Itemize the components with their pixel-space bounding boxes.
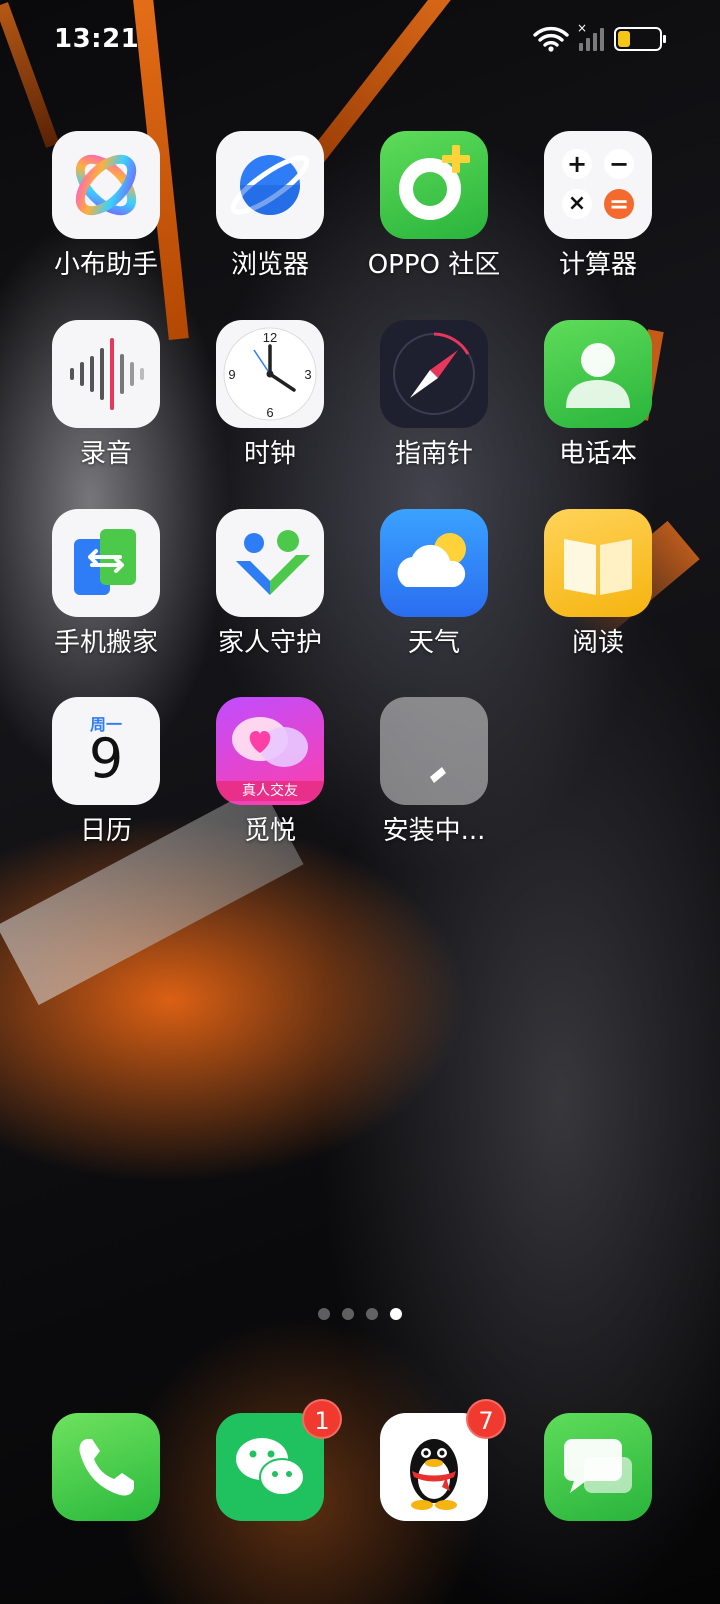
app-recorder[interactable]: 录音	[26, 320, 186, 470]
clock-icon: 12 3 6 9	[216, 320, 324, 428]
dock-qq[interactable]: 7	[354, 1399, 514, 1521]
app-label: 电话本	[558, 439, 637, 469]
compass-icon	[380, 320, 488, 428]
app-family-guard[interactable]: 家人守护	[190, 509, 350, 659]
reader-icon	[544, 509, 652, 617]
page-dot-active[interactable]	[390, 1308, 402, 1320]
miyue-tag: 真人交友	[216, 781, 324, 801]
dock-wechat[interactable]: 1	[190, 1399, 350, 1521]
app-xiaobu-assistant[interactable]: 小布助手	[26, 131, 186, 281]
app-label: 计算器	[558, 250, 637, 280]
page-indicator[interactable]	[0, 1308, 720, 1320]
app-installing[interactable]: 安装中...	[354, 697, 514, 847]
clock-number: 12	[263, 330, 277, 345]
multiply-key: ×	[562, 189, 592, 219]
app-label: 家人守护	[217, 628, 322, 658]
app-label: 浏览器	[230, 250, 309, 280]
wifi-icon	[533, 26, 569, 52]
minus-key: −	[604, 149, 634, 179]
dock-messages[interactable]	[518, 1413, 678, 1521]
app-label: 阅读	[571, 628, 624, 658]
messages-icon	[544, 1413, 652, 1521]
app-reader[interactable]: 阅读	[518, 509, 678, 659]
status-icons: ×	[533, 21, 666, 52]
installing-icon	[380, 697, 488, 805]
app-label: 小布助手	[53, 250, 158, 280]
app-label: 安装中...	[382, 816, 486, 846]
browser-icon	[216, 131, 324, 239]
recorder-icon	[52, 320, 160, 428]
app-label: 天气	[407, 628, 460, 658]
app-label: 手机搬家	[53, 628, 158, 658]
notification-badge: 7	[466, 1399, 506, 1439]
app-label: 指南针	[394, 439, 473, 469]
clock-number: 6	[266, 405, 273, 420]
miyue-icon: 真人交友	[216, 697, 324, 805]
cellular-signal-icon: ×	[577, 21, 604, 51]
app-phone-clone[interactable]: 手机搬家	[26, 509, 186, 659]
app-calendar[interactable]: 周一 9 日历	[26, 697, 186, 847]
status-time: 13:21	[54, 24, 140, 54]
app-browser[interactable]: 浏览器	[190, 131, 350, 281]
contacts-icon	[544, 320, 652, 428]
oppo-community-icon	[380, 131, 488, 239]
equals-key: =	[604, 189, 634, 219]
app-phonebook[interactable]: 电话本	[518, 320, 678, 470]
app-miyue[interactable]: 真人交友 觅悦	[190, 697, 350, 847]
app-oppo-community[interactable]: OPPO 社区	[354, 131, 514, 281]
app-weather[interactable]: 天气	[354, 509, 514, 659]
app-clock[interactable]: 12 3 6 9 时钟	[190, 320, 350, 470]
app-calculator[interactable]: + − × = 计算器	[518, 131, 678, 281]
page-dot[interactable]	[318, 1308, 330, 1320]
calendar-day: 9	[88, 727, 124, 790]
weather-icon	[380, 509, 488, 617]
clock-number: 9	[228, 367, 235, 382]
calendar-icon: 周一 9	[52, 697, 160, 805]
phone-clone-icon	[52, 509, 160, 617]
battery-icon	[614, 27, 666, 51]
app-compass[interactable]: 指南针	[354, 320, 514, 470]
app-label: 时钟	[243, 439, 296, 469]
status-bar: 13:21 ×	[0, 0, 720, 80]
family-guard-icon	[216, 509, 324, 617]
notification-badge: 1	[302, 1399, 342, 1439]
page-dot[interactable]	[366, 1308, 378, 1320]
plus-key: +	[562, 149, 592, 179]
calculator-icon: + − × =	[544, 131, 652, 239]
dock-phone[interactable]	[26, 1413, 186, 1521]
xiaobu-assistant-icon	[52, 131, 160, 239]
battery-level	[618, 31, 630, 47]
page-dot[interactable]	[342, 1308, 354, 1320]
app-label: 录音	[79, 439, 132, 469]
dock: 1 7	[0, 1399, 720, 1523]
phone-icon	[52, 1413, 160, 1521]
clock-number: 3	[304, 367, 311, 382]
app-label: 日历	[79, 816, 132, 846]
app-label: OPPO 社区	[367, 250, 501, 280]
app-label: 觅悦	[243, 816, 296, 846]
